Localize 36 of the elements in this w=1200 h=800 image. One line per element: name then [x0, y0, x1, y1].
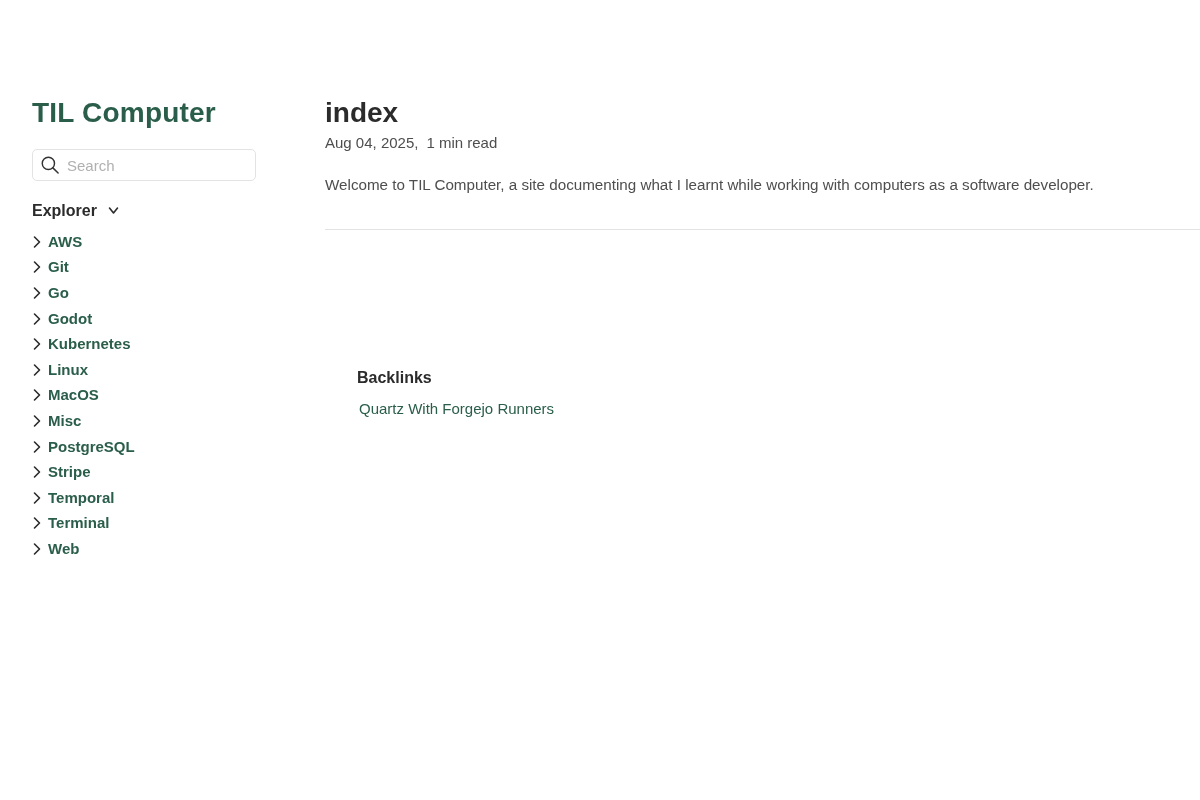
backlinks-title: Backlinks [357, 368, 432, 388]
folder-link[interactable]: Go [48, 284, 69, 302]
backlink[interactable]: Quartz With Forgejo Runners [359, 399, 555, 419]
folder-link[interactable]: PostgreSQL [48, 437, 135, 456]
site-title-link[interactable]: TIL Computer [32, 96, 216, 130]
chevron-icon[interactable] [32, 285, 42, 301]
folder-link[interactable]: Git [48, 258, 69, 277]
folder-link[interactable]: Terminal [48, 514, 110, 533]
folder-link[interactable]: Kubernetes [48, 335, 131, 354]
article-paragraph: Welcome to TIL Computer, a site documenting what I learnt while working with computers as a software developer. [325, 175, 1094, 195]
folder-link[interactable]: Temporal [48, 488, 115, 507]
chevron-icon[interactable] [32, 540, 42, 557]
chevron-icon[interactable] [32, 233, 42, 250]
search-icon [41, 156, 59, 174]
chevron-icon[interactable] [32, 489, 42, 506]
folder-link[interactable]: Linux [48, 360, 88, 379]
chevron-icon[interactable] [32, 310, 42, 327]
chevron-icon[interactable] [32, 361, 42, 378]
folder-link[interactable]: MacOS [48, 386, 99, 405]
folder-link[interactable]: Stripe [48, 463, 91, 482]
folder-link[interactable]: AWS [48, 232, 83, 251]
chevron-icon[interactable] [32, 412, 42, 429]
folder-link[interactable]: Misc [48, 411, 82, 430]
chevron-icon[interactable] [32, 438, 42, 455]
folder-link[interactable]: Web [48, 539, 80, 558]
chevron-icon[interactable] [32, 387, 42, 404]
folder-link[interactable]: Godot [48, 309, 93, 328]
article-title: index [325, 96, 399, 130]
explorer-title[interactable]: Explorer [32, 201, 97, 221]
chevron-icon[interactable] [32, 464, 42, 481]
article-date: Aug 04, 2025, [325, 133, 419, 153]
reading-time: 1 min read [426, 133, 498, 153]
search-field[interactable]: Search [32, 149, 256, 181]
chevron-icon[interactable] [32, 336, 42, 353]
chevron-icon[interactable] [32, 259, 42, 276]
chevron-icon[interactable] [32, 515, 42, 532]
